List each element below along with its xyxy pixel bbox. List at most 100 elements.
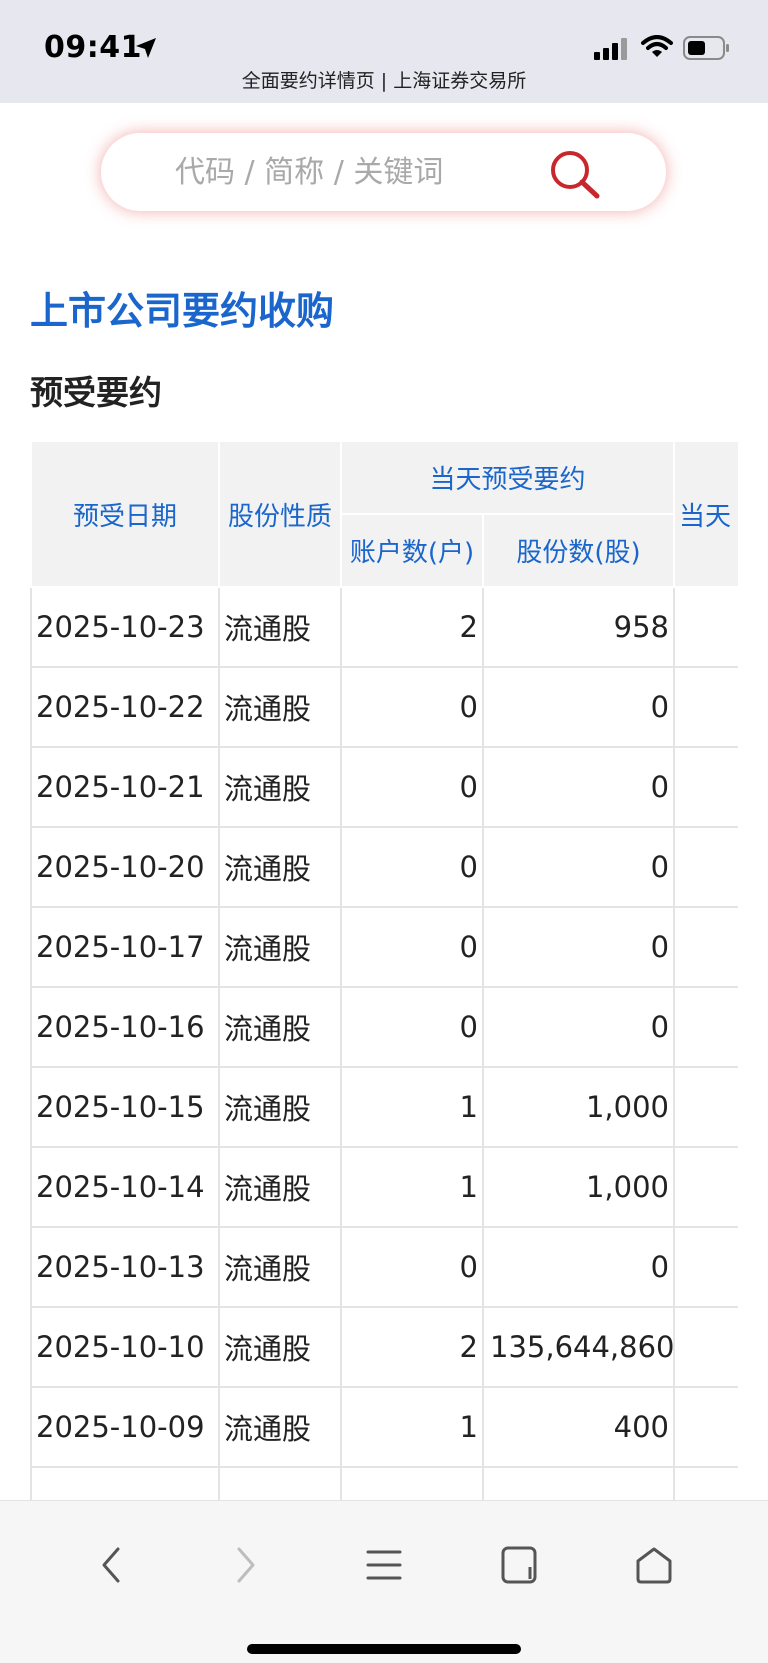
main-content: 上市公司要约收购 预受要约 预受日期 股份性质 当天预受要约 当天 账户数(户)…: [0, 240, 768, 1500]
row-accounts: 2: [340, 1306, 484, 1388]
row-date: 2025-10-10: [30, 1306, 220, 1388]
table-row: 2025-10-15 流通股 1 1,000: [30, 1066, 738, 1148]
row-share-type: 流通股: [218, 746, 342, 828]
row-share-type: [218, 1466, 342, 1500]
home-indicator[interactable]: [247, 1644, 521, 1654]
row-next-col: [673, 746, 738, 828]
row-next-col: [673, 826, 738, 908]
row-accounts: 1: [340, 1066, 484, 1148]
row-date: 2025-10-20: [30, 826, 220, 908]
row-shares: 1,000: [481, 1146, 676, 1228]
row-accounts: 0: [340, 746, 484, 828]
row-shares: 135,644,860: [481, 1306, 676, 1388]
row-date: 2025-10-13: [30, 1226, 220, 1308]
row-share-type: 流通股: [218, 586, 342, 668]
header-date: 预受日期: [30, 440, 220, 588]
row-next-col: [673, 986, 738, 1068]
location-arrow-icon: [136, 38, 156, 58]
row-share-type: 流通股: [218, 1146, 342, 1228]
row-shares: 400: [481, 1386, 676, 1468]
forward-icon[interactable]: [233, 1545, 259, 1585]
row-next-col: [673, 1226, 738, 1308]
cellular-signal-icon: [594, 38, 627, 60]
table-row: 2025-10-23 流通股 2 958: [30, 586, 738, 668]
tender-offer-table[interactable]: 预受日期 股份性质 当天预受要约 当天 账户数(户) 股份数(股) 2025-1…: [30, 440, 738, 1500]
table-row: 2025-10-16 流通股 0 0: [30, 986, 738, 1068]
table-row: 2025-10-09 流通股 1 400: [30, 1386, 738, 1468]
row-share-type: 流通股: [218, 906, 342, 988]
row-date: 2025-10-17: [30, 906, 220, 988]
row-accounts: [340, 1466, 484, 1500]
row-share-type: 流通股: [218, 826, 342, 908]
page-title: 全面要约详情页 | 上海证券交易所: [241, 70, 527, 92]
browser-toolbar: [0, 1500, 768, 1663]
header-next-col: 当天: [673, 440, 738, 588]
row-accounts: 0: [340, 666, 484, 748]
table-row: 2025-10-21 流通股 0 0: [30, 746, 738, 828]
row-share-type: 流通股: [218, 1066, 342, 1148]
row-accounts: 0: [340, 906, 484, 988]
row-date: [30, 1466, 220, 1500]
table-row: 2025-10-17 流通股 0 0: [30, 906, 738, 988]
row-shares: 0: [481, 746, 676, 828]
row-accounts: 0: [340, 826, 484, 908]
table-row: 2025-10-10 流通股 2 135,644,860: [30, 1306, 738, 1388]
row-shares: 0: [481, 1226, 676, 1308]
table-row: 2025-10-13 流通股 0 0: [30, 1226, 738, 1308]
row-date: 2025-10-23: [30, 586, 220, 668]
row-share-type: 流通股: [218, 1306, 342, 1388]
row-accounts: 0: [340, 1226, 484, 1308]
row-accounts: 1: [340, 1146, 484, 1228]
table-row: [30, 1466, 738, 1500]
row-date: 2025-10-21: [30, 746, 220, 828]
row-date: 2025-10-22: [30, 666, 220, 748]
table-row: 2025-10-20 流通股 0 0: [30, 826, 738, 908]
status-time: 09:41: [44, 30, 142, 65]
back-icon[interactable]: [98, 1545, 124, 1585]
row-next-col: [673, 1466, 738, 1500]
wifi-icon: [641, 35, 673, 57]
row-date: 2025-10-14: [30, 1146, 220, 1228]
search-input[interactable]: [175, 133, 535, 211]
row-accounts: 1: [340, 1386, 484, 1468]
row-share-type: 流通股: [218, 1226, 342, 1308]
row-date: 2025-10-15: [30, 1066, 220, 1148]
row-shares: 0: [481, 666, 676, 748]
sub-title: 预受要约: [30, 373, 162, 412]
status-bar: 09:41 全面要约详情页 | 上海证券交易所: [0, 0, 768, 103]
table-row: 2025-10-14 流通股 1 1,000: [30, 1146, 738, 1228]
row-date: 2025-10-16: [30, 986, 220, 1068]
section-title: 上市公司要约收购: [30, 289, 335, 333]
battery-icon: [683, 36, 729, 60]
search-bar: [0, 103, 768, 240]
header-accounts: 账户数(户): [340, 513, 484, 588]
header-shares: 股份数(股): [481, 513, 676, 588]
row-shares: [481, 1466, 676, 1500]
row-next-col: [673, 1306, 738, 1388]
row-shares: 1,000: [481, 1066, 676, 1148]
row-next-col: [673, 666, 738, 748]
row-share-type: 流通股: [218, 986, 342, 1068]
row-date: 2025-10-09: [30, 1386, 220, 1468]
row-share-type: 流通股: [218, 1386, 342, 1468]
row-next-col: [673, 1386, 738, 1468]
data-table: 预受日期 股份性质 当天预受要约 当天 账户数(户) 股份数(股) 2025-1…: [30, 440, 738, 1500]
header-group-today: 当天预受要约: [339, 440, 676, 515]
row-next-col: [673, 906, 738, 988]
row-shares: 0: [481, 986, 676, 1068]
row-next-col: [673, 586, 738, 668]
tabs-icon[interactable]: [500, 1545, 540, 1585]
header-share-type: 股份性质: [218, 440, 342, 588]
row-share-type: 流通股: [218, 666, 342, 748]
row-shares: 0: [481, 826, 676, 908]
row-shares: 0: [481, 906, 676, 988]
home-icon[interactable]: [634, 1545, 674, 1585]
row-accounts: 0: [340, 986, 484, 1068]
search-icon[interactable]: [549, 149, 601, 199]
row-accounts: 2: [340, 586, 484, 668]
table-row: 2025-10-22 流通股 0 0: [30, 666, 738, 748]
menu-icon[interactable]: [366, 1545, 402, 1585]
row-next-col: [673, 1066, 738, 1148]
row-next-col: [673, 1146, 738, 1228]
search-box[interactable]: [101, 133, 666, 211]
